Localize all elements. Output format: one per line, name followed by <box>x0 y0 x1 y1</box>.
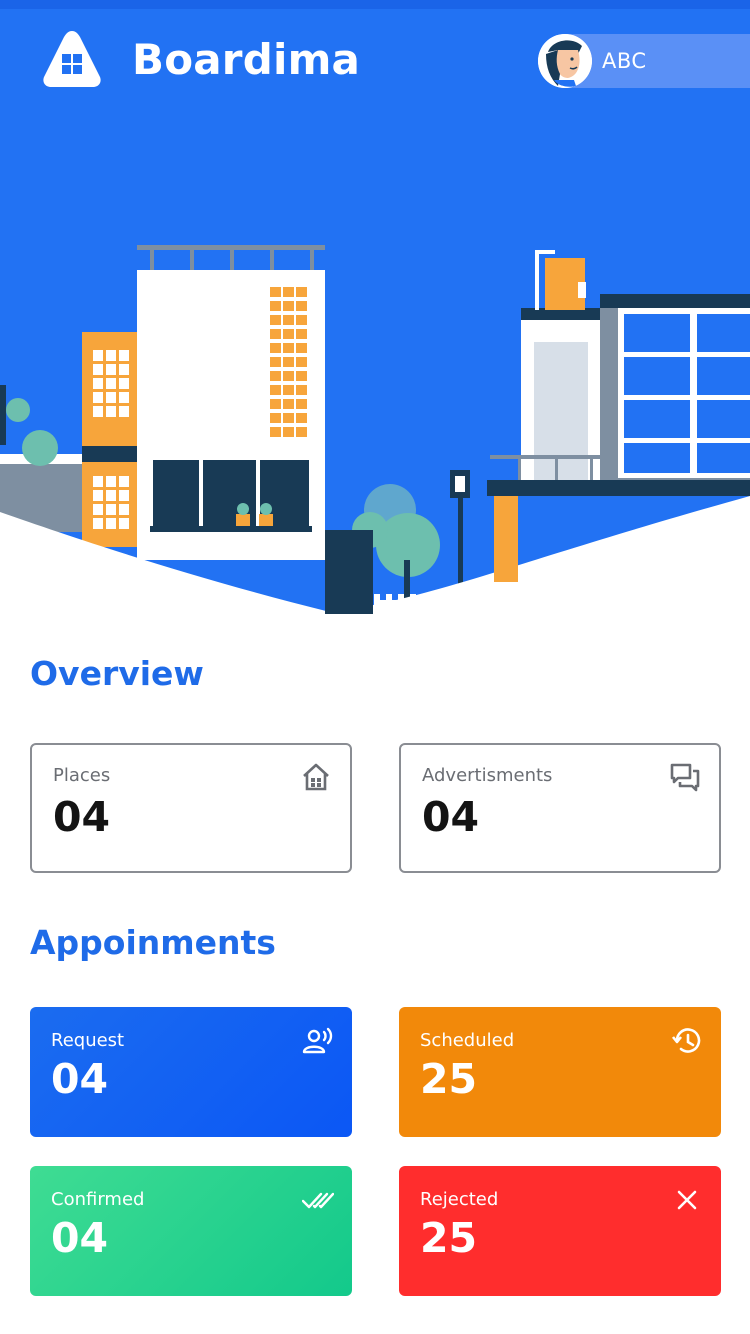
house-logo-icon <box>43 31 101 87</box>
city-illustration <box>0 0 750 620</box>
card-label: Request <box>51 1030 125 1051</box>
history-icon <box>671 1028 701 1053</box>
status-bar <box>0 0 750 9</box>
appointments-title: Appoinments <box>30 923 276 962</box>
card-label: Scheduled <box>420 1030 515 1051</box>
card-label: Confirmed <box>51 1189 145 1210</box>
confirmed-card[interactable]: Confirmed 04 <box>30 1166 352 1296</box>
places-card[interactable]: Places 04 <box>30 743 352 873</box>
app-logo[interactable] <box>40 27 104 91</box>
hero-banner: Boardima ABC <box>0 0 750 620</box>
app-brand-name: Boardima <box>132 35 361 84</box>
chat-icon <box>670 763 700 792</box>
scheduled-card[interactable]: Scheduled 25 <box>399 1007 721 1137</box>
request-card[interactable]: Request 04 <box>30 1007 352 1137</box>
voice-person-icon <box>302 1027 333 1054</box>
user-profile-chip[interactable]: ABC <box>538 34 750 88</box>
double-check-icon <box>302 1192 334 1209</box>
user-name: ABC <box>602 49 647 73</box>
card-label: Rejected <box>420 1189 499 1210</box>
card-label: Advertisments <box>422 765 553 786</box>
overview-title: Overview <box>30 654 204 693</box>
close-icon <box>677 1190 697 1210</box>
avatar <box>538 34 592 88</box>
card-value: 04 <box>422 793 480 841</box>
card-value: 04 <box>51 1055 109 1103</box>
card-label: Places <box>53 765 111 786</box>
home-icon <box>303 763 329 791</box>
card-value: 04 <box>53 793 111 841</box>
advertisments-card[interactable]: Advertisments 04 <box>399 743 721 873</box>
card-value: 04 <box>51 1214 109 1262</box>
card-value: 25 <box>420 1055 478 1103</box>
card-value: 25 <box>420 1214 478 1262</box>
rejected-card[interactable]: Rejected 25 <box>399 1166 721 1296</box>
